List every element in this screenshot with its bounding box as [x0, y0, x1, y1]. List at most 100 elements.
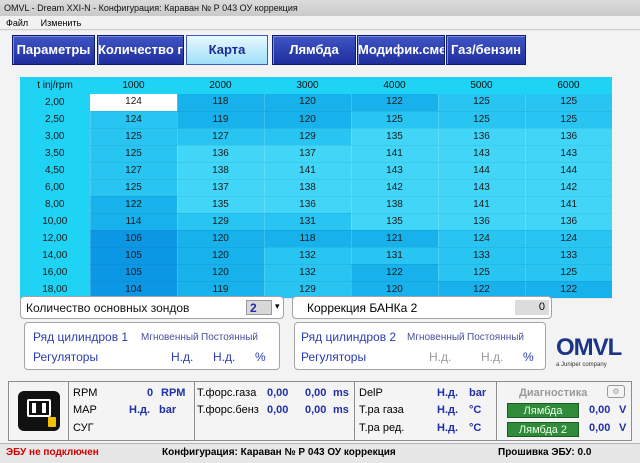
map-cell[interactable]: 143: [437, 179, 525, 197]
map-cell[interactable]: 138: [263, 179, 351, 197]
map-cell[interactable]: 125: [437, 264, 525, 282]
map-cell[interactable]: 136: [263, 196, 351, 214]
cyl1-constant-value: Н.д.: [213, 350, 236, 364]
map-cell[interactable]: 118: [176, 94, 264, 112]
chevron-down-icon[interactable]: ▾: [275, 301, 280, 312]
map-cell[interactable]: 125: [89, 145, 177, 163]
cyl1-title: Ряд цилиндров 1: [33, 330, 129, 344]
map-cell[interactable]: 125: [89, 128, 177, 146]
tab-lambda[interactable]: Лямбда: [272, 35, 356, 65]
map-cell[interactable]: 142: [524, 179, 612, 197]
map-cell[interactable]: 120: [263, 111, 351, 129]
map-cell[interactable]: 142: [350, 179, 438, 197]
map-cell[interactable]: 124: [89, 111, 177, 129]
menu-bar: Файл Изменить: [0, 16, 640, 30]
map-cell[interactable]: 125: [89, 179, 177, 197]
lambda1-value: 0,00: [589, 404, 611, 416]
map-cell[interactable]: 121: [350, 230, 438, 248]
map-cell[interactable]: 141: [524, 196, 612, 214]
map-cell[interactable]: 124: [524, 230, 612, 248]
map-cell[interactable]: 118: [263, 230, 351, 248]
map-cell[interactable]: 137: [263, 145, 351, 163]
diagnostics-label[interactable]: Диагностика: [519, 387, 587, 399]
map-cell[interactable]: 127: [89, 162, 177, 180]
map-cell[interactable]: 135: [350, 128, 438, 146]
map-cell[interactable]: 143: [524, 145, 612, 163]
map-cell[interactable]: 120: [176, 247, 264, 265]
map-cell[interactable]: 143: [437, 145, 525, 163]
menu-file[interactable]: Файл: [0, 18, 32, 28]
map-cell[interactable]: 136: [176, 145, 264, 163]
tab-parameters[interactable]: Параметры: [12, 35, 95, 65]
map-cell[interactable]: 135: [176, 196, 264, 214]
tab-gas-petrol[interactable]: Газ/бензин: [446, 35, 526, 65]
map-cell[interactable]: 120: [263, 94, 351, 112]
map-cell[interactable]: 125: [437, 94, 525, 112]
rpm-header: 3000: [264, 77, 351, 94]
map-cell[interactable]: 125: [437, 111, 525, 129]
tab-gas-quantity[interactable]: Количество газа: [97, 35, 184, 65]
syg-label: СУГ: [73, 422, 94, 434]
map-cell[interactable]: 125: [524, 94, 612, 112]
bank-correction-field[interactable]: 0: [515, 300, 549, 315]
map-cell[interactable]: 141: [350, 145, 438, 163]
map-cell[interactable]: 120: [176, 264, 264, 282]
tinj-header: 10,00: [20, 213, 90, 230]
map-cell[interactable]: 136: [524, 128, 612, 146]
map-cell[interactable]: 124: [437, 230, 525, 248]
map-cell[interactable]: 119: [176, 111, 264, 129]
omvl-logo: OMVL a Juniper company: [556, 336, 636, 376]
map-cell[interactable]: 124: [89, 94, 177, 112]
map-cell[interactable]: 125: [524, 111, 612, 129]
map-cell[interactable]: 141: [263, 162, 351, 180]
map-cell[interactable]: 136: [437, 128, 525, 146]
map-cell[interactable]: 120: [176, 230, 264, 248]
logo-text: OMVL: [556, 334, 622, 361]
menu-edit[interactable]: Изменить: [35, 18, 86, 28]
trgas-label: Т.ра газа: [359, 404, 404, 416]
map-cell[interactable]: 138: [350, 196, 438, 214]
map-cell[interactable]: 144: [437, 162, 525, 180]
map-cell[interactable]: 132: [263, 264, 351, 282]
map-cell[interactable]: 138: [176, 162, 264, 180]
map-cell[interactable]: 122: [350, 264, 438, 282]
map-cell[interactable]: 105: [89, 247, 177, 265]
map-cell[interactable]: 136: [437, 213, 525, 231]
cyl2-percent: %: [523, 350, 534, 364]
tinj-header: 14,00: [20, 247, 90, 264]
cyl1-instant-value: Н.д.: [171, 350, 194, 364]
map-cell[interactable]: 129: [176, 213, 264, 231]
map-cell[interactable]: 127: [176, 128, 264, 146]
map-cell[interactable]: 129: [263, 128, 351, 146]
table-row: 16,00 105 120 132 122 125 125: [20, 264, 612, 282]
map-cell[interactable]: 131: [350, 247, 438, 265]
map-label: MAP: [73, 404, 97, 416]
map-cell[interactable]: 114: [89, 213, 177, 231]
map-cell[interactable]: 141: [437, 196, 525, 214]
map-cell[interactable]: 133: [524, 247, 612, 265]
map-cell[interactable]: 136: [524, 213, 612, 231]
map-cell[interactable]: 133: [437, 247, 525, 265]
trred-unit: °C: [469, 422, 482, 434]
map-cell[interactable]: 105: [89, 264, 177, 282]
map-cell[interactable]: 122: [350, 94, 438, 112]
map-cell[interactable]: 125: [350, 111, 438, 129]
map-cell[interactable]: 132: [263, 247, 351, 265]
delp-label: DelP: [359, 387, 383, 399]
sensors-count-select[interactable]: 2: [246, 300, 272, 315]
map-cell[interactable]: 144: [524, 162, 612, 180]
ecu-status: ЭБУ не подключен: [6, 447, 99, 458]
map-cell[interactable]: 137: [176, 179, 264, 197]
lambda2-indicator[interactable]: Лямбда 2: [507, 422, 579, 437]
map-cell[interactable]: 122: [89, 196, 177, 214]
tab-map[interactable]: Карта: [186, 35, 268, 65]
map-cell[interactable]: 125: [524, 264, 612, 282]
map-cell[interactable]: 131: [263, 213, 351, 231]
lambda2-value: 0,00: [589, 422, 611, 434]
tinj-header: 3,50: [20, 145, 90, 162]
lambda1-indicator[interactable]: Лямбда: [507, 403, 579, 418]
tab-mixture[interactable]: Модифик.смеси: [357, 35, 445, 65]
map-cell[interactable]: 143: [350, 162, 438, 180]
map-cell[interactable]: 135: [350, 213, 438, 231]
map-cell[interactable]: 106: [89, 230, 177, 248]
